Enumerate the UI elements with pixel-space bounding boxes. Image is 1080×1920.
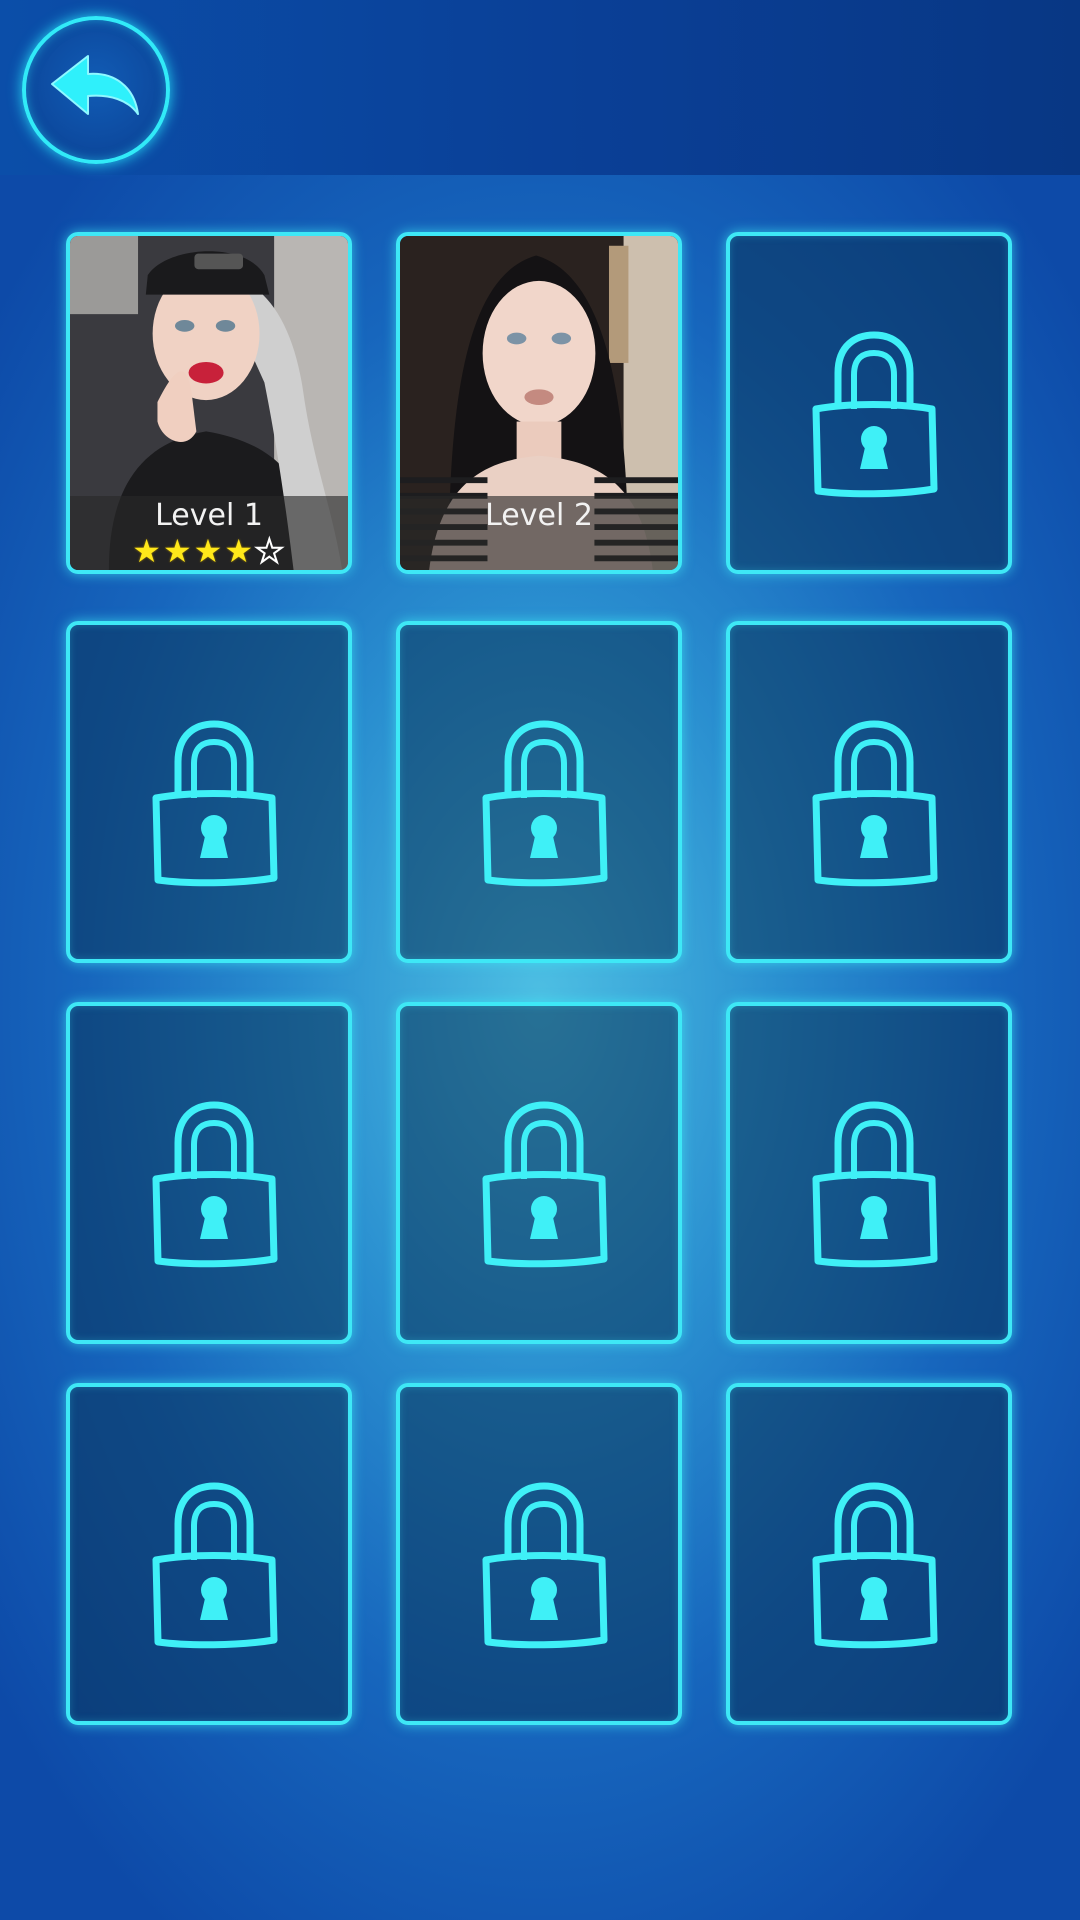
level-tile-2[interactable]: Level 2	[396, 232, 682, 574]
lock-icon	[812, 1101, 938, 1268]
lock-icon	[482, 720, 608, 887]
level-tile-5[interactable]	[396, 621, 682, 963]
back-button[interactable]	[22, 16, 170, 164]
lock-icon	[152, 1482, 278, 1649]
lock-icon	[152, 720, 278, 887]
level-tile-10[interactable]	[66, 1383, 352, 1725]
lock-icon	[152, 1101, 278, 1268]
level-tile-12[interactable]	[726, 1383, 1012, 1725]
level-tile-11[interactable]	[396, 1383, 682, 1725]
level-tile-6[interactable]	[726, 621, 1012, 963]
level-tile-8[interactable]	[396, 1002, 682, 1344]
lock-icon	[482, 1482, 608, 1649]
level-tile-3[interactable]	[726, 232, 1012, 574]
level-label: Level 2	[485, 498, 593, 533]
level-info-band: Level 1 ★★★★★	[70, 496, 348, 570]
level-tile-9[interactable]	[726, 1002, 1012, 1344]
star-filled-icon: ★	[132, 532, 163, 570]
lock-icon	[812, 331, 938, 498]
lock-icon	[482, 1101, 608, 1268]
star-filled-icon: ★	[224, 532, 256, 570]
top-bar	[0, 0, 1080, 175]
star-rating: ★★★★★	[70, 532, 348, 570]
level-tile-1[interactable]: Level 1 ★★★★★	[66, 232, 352, 574]
level-tile-7[interactable]	[66, 1002, 352, 1344]
lock-icon	[812, 720, 938, 887]
star-filled-icon: ★	[193, 532, 225, 570]
level-tile-4[interactable]	[66, 621, 352, 963]
level-label: Level 1	[155, 498, 263, 533]
back-arrow-icon	[51, 55, 139, 115]
star-empty-icon: ★	[254, 532, 286, 570]
lock-icon	[812, 1482, 938, 1649]
level-info-band: Level 2	[400, 496, 678, 570]
star-filled-icon: ★	[162, 532, 194, 570]
